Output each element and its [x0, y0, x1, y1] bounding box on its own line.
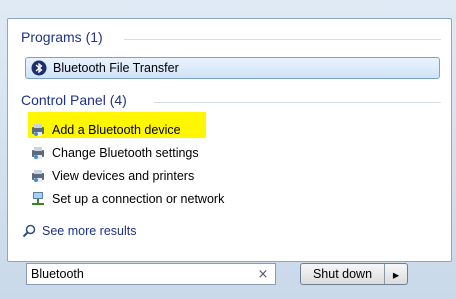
control-panel-item-label: View devices and printers	[52, 169, 195, 183]
control-panel-item-label: Set up a connection or network	[52, 192, 225, 206]
control-panel-item[interactable]: View devices and printers	[30, 166, 194, 186]
programs-group-title: Programs (1)	[21, 29, 103, 45]
search-icon	[22, 224, 36, 238]
devices-printer-icon	[30, 168, 46, 184]
shut-down-button[interactable]: Shut down	[301, 264, 384, 284]
control-panel-item[interactable]: Add a Bluetooth device	[30, 120, 181, 140]
see-more-results-label: See more results	[42, 224, 137, 238]
program-item-label: Bluetooth File Transfer	[53, 61, 179, 75]
devices-printer-icon	[30, 122, 46, 138]
bluetooth-icon	[31, 60, 47, 76]
control-panel-item-label: Change Bluetooth settings	[52, 146, 199, 160]
divider	[154, 102, 441, 103]
control-panel-item-label: Add a Bluetooth device	[52, 123, 181, 137]
shut-down-button-group: Shut down ▸	[300, 263, 408, 285]
search-box[interactable]: ×	[26, 263, 276, 285]
program-item[interactable]: Bluetooth File Transfer	[31, 58, 179, 78]
search-input[interactable]	[27, 266, 255, 282]
clear-search-icon[interactable]: ×	[255, 267, 271, 282]
network-icon	[30, 191, 46, 207]
shut-down-options-arrow-icon[interactable]: ▸	[384, 264, 407, 284]
see-more-results-link[interactable]: See more results	[22, 224, 136, 238]
start-menu: Programs (1) Bluetooth File Transfer Con…	[0, 0, 456, 299]
devices-printer-icon	[30, 145, 46, 161]
control-panel-group-title: Control Panel (4)	[21, 92, 127, 108]
control-panel-item[interactable]: Change Bluetooth settings	[30, 143, 199, 163]
control-panel-item[interactable]: Set up a connection or network	[30, 189, 224, 209]
divider	[124, 39, 441, 40]
